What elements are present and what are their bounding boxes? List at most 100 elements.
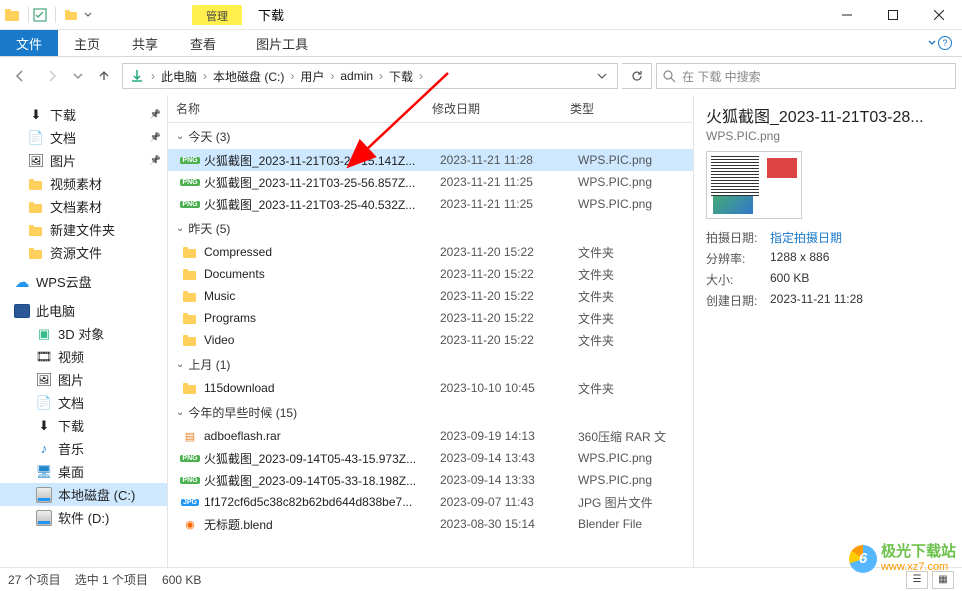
file-name: Programs	[204, 311, 440, 325]
file-row[interactable]: PNG火狐截图_2023-11-21T03-25-40.532Z...2023-…	[168, 193, 693, 215]
ribbon-tab-view[interactable]: 查看	[174, 30, 232, 56]
file-name: 火狐截图_2023-11-21T03-28-15.141Z...	[204, 152, 440, 169]
nav-pictures2[interactable]: 🖼图片	[0, 368, 167, 391]
file-name: Video	[204, 333, 440, 347]
qat-new-folder-icon[interactable]	[64, 8, 80, 22]
nav-doc-material[interactable]: 文档素材	[0, 195, 167, 218]
refresh-button[interactable]	[622, 63, 652, 89]
nav-forward-button[interactable]	[38, 62, 66, 90]
view-icons-button[interactable]: ▦	[932, 571, 954, 589]
group-header[interactable]: ⌄今天 (3)	[168, 123, 693, 149]
file-date: 2023-09-14 13:43	[440, 451, 578, 465]
nav-software-d[interactable]: 软件 (D:)	[0, 506, 167, 529]
group-header[interactable]: ⌄昨天 (5)	[168, 215, 693, 241]
file-row[interactable]: Documents2023-11-20 15:22文件夹	[168, 263, 693, 285]
address-dropdown-button[interactable]	[589, 64, 615, 88]
nav-downloads[interactable]: ⬇下载	[0, 103, 167, 126]
file-row[interactable]: Video2023-11-20 15:22文件夹	[168, 329, 693, 351]
file-name: Music	[204, 289, 440, 303]
file-row[interactable]: PNG火狐截图_2023-09-14T05-43-15.973Z...2023-…	[168, 447, 693, 469]
meta-value: 2023-11-21 11:28	[770, 292, 950, 309]
search-input[interactable]: 在 下载 中搜索	[656, 63, 956, 89]
file-row[interactable]: PNG火狐截图_2023-09-14T05-33-18.198Z...2023-…	[168, 469, 693, 491]
nav-3d-objects[interactable]: ▣3D 对象	[0, 322, 167, 345]
nav-documents[interactable]: 📄文档	[0, 126, 167, 149]
nav-video-material[interactable]: 视频素材	[0, 172, 167, 195]
chevron-down-icon: ⌄	[176, 407, 184, 418]
file-icon: PNG	[182, 196, 198, 212]
file-row[interactable]: JPG1f172cf6d5c38c82b62bd644d838be7...202…	[168, 491, 693, 513]
breadcrumb-segment[interactable]: admin	[336, 67, 377, 85]
meta-value[interactable]: 指定拍摄日期	[770, 229, 950, 246]
file-date: 2023-11-21 11:28	[440, 153, 578, 167]
chevron-right-icon[interactable]: ›	[201, 69, 209, 83]
nav-videos[interactable]: 🎞视频	[0, 345, 167, 368]
folder-icon	[28, 199, 44, 215]
column-name[interactable]: 名称	[168, 95, 424, 122]
file-icon	[182, 288, 198, 304]
nav-local-disk-c[interactable]: 本地磁盘 (C:)	[0, 483, 167, 506]
ribbon-tab-file[interactable]: 文件	[0, 30, 58, 56]
file-row[interactable]: Music2023-11-20 15:22文件夹	[168, 285, 693, 307]
column-date[interactable]: 修改日期	[424, 95, 562, 122]
nav-back-button[interactable]	[6, 62, 34, 90]
qat-dropdown-icon[interactable]	[84, 11, 92, 19]
file-row[interactable]: ▤adboeflash.rar2023-09-19 14:13360压缩 RAR…	[168, 425, 693, 447]
file-row[interactable]: PNG火狐截图_2023-11-21T03-25-56.857Z...2023-…	[168, 171, 693, 193]
ribbon-tab-home[interactable]: 主页	[58, 30, 116, 56]
chevron-right-icon[interactable]: ›	[417, 69, 425, 83]
file-row[interactable]: PNG火狐截图_2023-11-21T03-28-15.141Z...2023-…	[168, 149, 693, 171]
nav-music[interactable]: ♪音乐	[0, 437, 167, 460]
nav-new-folder[interactable]: 新建文件夹	[0, 218, 167, 241]
file-row[interactable]: ◉无标题.blend2023-08-30 15:14Blender File	[168, 513, 693, 535]
context-tab-manage[interactable]: 管理	[192, 5, 242, 25]
breadcrumb-segment[interactable]: 本地磁盘 (C:)	[209, 66, 288, 87]
nav-wps-cloud[interactable]: ☁WPS云盘	[0, 270, 167, 293]
file-type: 文件夹	[578, 310, 688, 327]
file-date: 2023-11-21 11:25	[440, 175, 578, 189]
ribbon-tab-picture-tools[interactable]: 图片工具	[240, 30, 324, 56]
chevron-right-icon[interactable]: ›	[328, 69, 336, 83]
breadcrumb-segment[interactable]: 用户	[296, 66, 328, 87]
file-row[interactable]: Compressed2023-11-20 15:22文件夹	[168, 241, 693, 263]
chevron-right-icon[interactable]: ›	[288, 69, 296, 83]
nav-documents2[interactable]: 📄文档	[0, 391, 167, 414]
ribbon-tab-share[interactable]: 共享	[116, 30, 174, 56]
file-row[interactable]: 115download2023-10-10 10:45文件夹	[168, 377, 693, 399]
chevron-down-icon: ⌄	[176, 223, 184, 234]
group-header[interactable]: ⌄今年的早些时候 (15)	[168, 399, 693, 425]
nav-downloads2[interactable]: ⬇下载	[0, 414, 167, 437]
nav-resource-files[interactable]: 资源文件	[0, 241, 167, 264]
nav-this-pc[interactable]: 此电脑	[0, 299, 167, 322]
nav-history-button[interactable]	[70, 62, 86, 90]
file-icon	[182, 310, 198, 326]
minimize-button[interactable]	[824, 0, 870, 30]
file-date: 2023-11-20 15:22	[440, 289, 578, 303]
title-bar: 管理 下载	[0, 0, 962, 30]
help-icon: ?	[938, 36, 952, 50]
breadcrumb-segment[interactable]: 下载	[385, 66, 417, 87]
navigation-pane[interactable]: ⬇下载 📄文档 🖼图片 视频素材 文档素材 新建文件夹 资源文件 ☁WPS云盘 …	[0, 95, 168, 567]
maximize-button[interactable]	[870, 0, 916, 30]
view-details-button[interactable]: ☰	[906, 571, 928, 589]
chevron-right-icon[interactable]: ›	[149, 69, 157, 83]
file-icon: JPG	[182, 494, 198, 510]
chevron-right-icon[interactable]: ›	[377, 69, 385, 83]
group-header[interactable]: ⌄上月 (1)	[168, 351, 693, 377]
nav-pictures[interactable]: 🖼图片	[0, 149, 167, 172]
file-list-pane[interactable]: 名称 修改日期 类型 ⌄今天 (3)PNG火狐截图_2023-11-21T03-…	[168, 95, 694, 567]
file-type: 360压缩 RAR 文	[578, 428, 688, 445]
close-button[interactable]	[916, 0, 962, 30]
address-bar[interactable]: › 此电脑›本地磁盘 (C:)›用户›admin›下载›	[122, 63, 618, 89]
column-type[interactable]: 类型	[562, 95, 672, 122]
download-icon: ⬇	[28, 107, 44, 123]
qat-props-icon[interactable]	[33, 8, 47, 22]
nav-up-button[interactable]	[90, 62, 118, 90]
ribbon-help-button[interactable]: ?	[918, 30, 962, 56]
quick-access-toolbar	[33, 7, 92, 23]
ribbon: 文件 主页 共享 查看 图片工具 ?	[0, 30, 962, 57]
file-row[interactable]: Programs2023-11-20 15:22文件夹	[168, 307, 693, 329]
address-icon	[129, 68, 145, 84]
nav-desktop[interactable]: 🖥桌面	[0, 460, 167, 483]
breadcrumb-segment[interactable]: 此电脑	[157, 66, 201, 87]
